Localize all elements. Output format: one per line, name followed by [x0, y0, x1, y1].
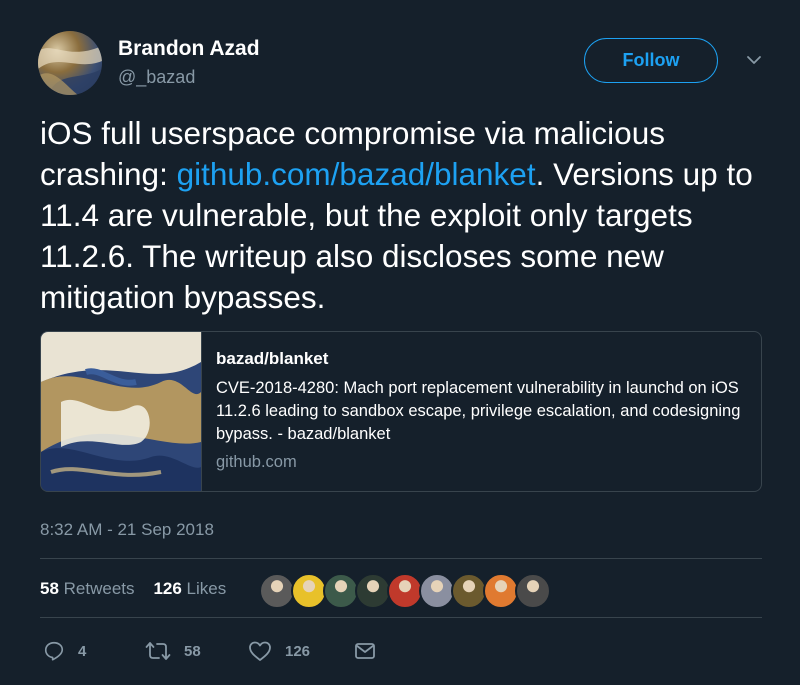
heart-icon [249, 641, 271, 661]
liker-avatar-9[interactable] [515, 573, 551, 609]
retweet-button[interactable]: 58 [145, 637, 201, 665]
follow-button[interactable]: Follow [584, 38, 718, 83]
liker-avatar-3[interactable] [323, 573, 359, 609]
direct-message-button[interactable] [354, 637, 376, 665]
liker-avatar-2[interactable] [291, 573, 327, 609]
tweet-link[interactable]: github.com/bazad/blanket [177, 156, 536, 192]
retweets-stat[interactable]: 58 Retweets [40, 579, 135, 598]
likers-avatar-list [259, 573, 551, 609]
liker-avatar-1[interactable] [259, 573, 295, 609]
card-title: bazad/blanket [216, 349, 329, 368]
card-description: CVE-2018-4280: Mach port replacement vul… [216, 379, 741, 443]
author-avatar[interactable] [38, 31, 102, 95]
reply-icon [44, 641, 64, 661]
like-button[interactable]: 126 [248, 637, 310, 665]
retweet-icon [145, 642, 171, 660]
liker-avatar-5[interactable] [387, 573, 423, 609]
retweet-count: 58 [184, 642, 201, 660]
tweet-timestamp[interactable]: 8:32 AM - 21 Sep 2018 [40, 520, 214, 540]
card-domain: github.com [216, 453, 297, 471]
author-display-name[interactable]: Brandon Azad [118, 37, 260, 61]
divider [40, 558, 762, 559]
engagement-stats: 58 Retweets 126 Likes [40, 579, 226, 599]
likes-count: 126 [153, 579, 182, 598]
retweets-label: Retweets [63, 579, 135, 598]
chevron-down-icon[interactable] [745, 53, 763, 67]
author-handle[interactable]: @_bazad [118, 67, 195, 88]
reply-count: 4 [78, 642, 87, 660]
liker-avatar-6[interactable] [419, 573, 455, 609]
likes-label: Likes [186, 579, 227, 598]
liker-avatar-7[interactable] [451, 573, 487, 609]
link-preview-card[interactable]: bazad/blanket CVE-2018-4280: Mach port r… [40, 331, 762, 492]
liker-avatar-4[interactable] [355, 573, 391, 609]
liker-avatar-8[interactable] [483, 573, 519, 609]
like-count: 126 [285, 642, 311, 660]
likes-stat[interactable]: 126 Likes [153, 579, 226, 598]
tweet-text: iOS full userspace compromise via malici… [40, 113, 780, 318]
reply-button[interactable]: 4 [43, 637, 86, 665]
retweets-count: 58 [40, 579, 59, 598]
card-thumbnail [41, 332, 202, 491]
divider [40, 617, 762, 618]
envelope-icon [355, 643, 375, 659]
